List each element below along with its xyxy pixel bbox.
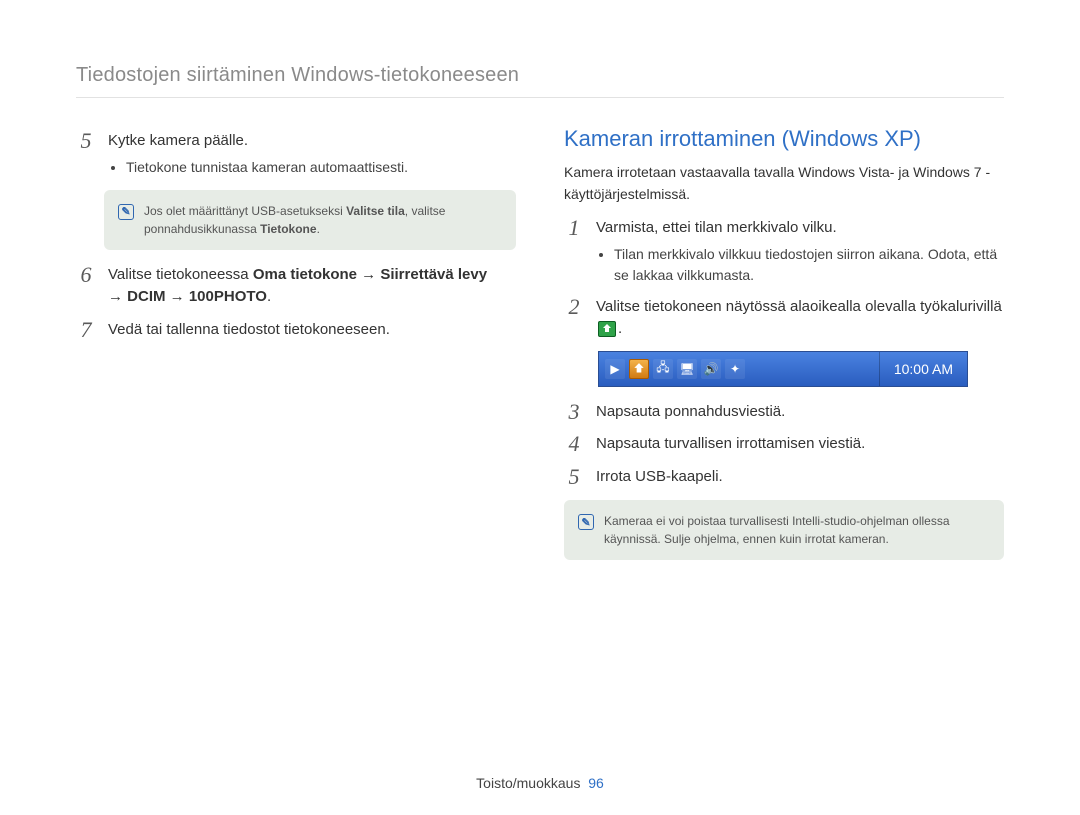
- two-column-layout: 5 Kytke kamera päälle. Tietokone tunnist…: [76, 120, 1004, 574]
- step-body: Vedä tai tallenna tiedostot tietokoneese…: [108, 319, 516, 342]
- section-title: Kameran irrottaminen (Windows XP): [564, 126, 1004, 152]
- r-step-3: 3 Napsauta ponnahdusviestiä.: [564, 401, 1004, 424]
- info-text: Jos olet määrittänyt USB-asetukseksi Val…: [144, 202, 502, 238]
- safely-remove-hardware-icon[interactable]: [598, 321, 616, 337]
- r-step-2: 2 Valitse tietokoneen näytössä alaoikeal…: [564, 296, 1004, 341]
- step-body: Kytke kamera päälle. Tietokone tunnistaa…: [108, 130, 516, 178]
- step-title: Vedä tai tallenna tiedostot tietokoneese…: [108, 319, 516, 342]
- section-intro: Kamera irrotetaan vastaavalla tavalla Wi…: [564, 162, 1004, 205]
- tray-device-icon[interactable]: 🖥: [677, 359, 697, 379]
- step-number: 5: [564, 466, 584, 489]
- step-number: 3: [564, 401, 584, 424]
- step-title: Kytke kamera päälle.: [108, 130, 516, 153]
- step-6: 6 Valitse tietokoneessa Oma tietokone → …: [76, 264, 516, 309]
- tray-network-icon[interactable]: 🖧: [653, 359, 673, 379]
- footer-section: Toisto/muokkaus: [476, 775, 580, 791]
- step-body: Valitse tietokoneessa Oma tietokone → Si…: [108, 264, 516, 309]
- step-title: Napsauta turvallisen irrottamisen viesti…: [596, 433, 1004, 456]
- left-column: 5 Kytke kamera päälle. Tietokone tunnist…: [76, 120, 516, 574]
- page-footer: Toisto/muokkaus 96: [0, 775, 1080, 791]
- r-step-4: 4 Napsauta turvallisen irrottamisen vies…: [564, 433, 1004, 456]
- page-header: Tiedostojen siirtäminen Windows-tietokon…: [76, 64, 1004, 98]
- step-number: 6: [76, 264, 96, 309]
- document-page: Tiedostojen siirtäminen Windows-tietokon…: [0, 0, 1080, 815]
- taskbar-clock[interactable]: 10:00 AM: [879, 352, 967, 386]
- page-number: 96: [588, 775, 604, 791]
- tray-start-arrow-icon[interactable]: ▶: [605, 359, 625, 379]
- windows-taskbar-systray: ▶ 🖧 🖥 🔊 ✦ 10:00 AM: [598, 351, 968, 387]
- step-bullet: Tietokone tunnistaa kameran automaattise…: [126, 157, 516, 178]
- r-step-5: 5 Irrota USB-kaapeli.: [564, 466, 1004, 489]
- note-icon: ✎: [578, 514, 594, 530]
- step-bullet: Tilan merkkivalo vilkkuu tiedostojen sii…: [614, 244, 1004, 286]
- r-step-1: 1 Varmista, ettei tilan merkkivalo vilku…: [564, 217, 1004, 286]
- safely-remove-hardware-icon[interactable]: [629, 359, 649, 379]
- step-number: 4: [564, 433, 584, 456]
- step-number: 1: [564, 217, 584, 286]
- step-body: Valitse tietokoneen näytössä alaoikealla…: [596, 296, 1004, 341]
- step-title: Napsauta ponnahdusviestiä.: [596, 401, 1004, 424]
- step-number: 2: [564, 296, 584, 341]
- step-number: 5: [76, 130, 96, 178]
- note-icon: ✎: [118, 204, 134, 220]
- tray-volume-icon[interactable]: 🔊: [701, 359, 721, 379]
- tray-icon-cluster: ▶ 🖧 🖥 🔊 ✦: [599, 352, 879, 386]
- step-7: 7 Vedä tai tallenna tiedostot tietokonee…: [76, 319, 516, 342]
- step-title: Varmista, ettei tilan merkkivalo vilku.: [596, 217, 1004, 240]
- info-box: ✎ Jos olet määrittänyt USB-asetukseksi V…: [104, 190, 516, 250]
- step-title: Irrota USB-kaapeli.: [596, 466, 1004, 489]
- step-body: Varmista, ettei tilan merkkivalo vilku. …: [596, 217, 1004, 286]
- step-number: 7: [76, 319, 96, 342]
- info-box: ✎ Kameraa ei voi poistaa turvallisesti I…: [564, 500, 1004, 560]
- tray-app-icon[interactable]: ✦: [725, 359, 745, 379]
- info-text: Kameraa ei voi poistaa turvallisesti Int…: [604, 512, 990, 548]
- right-column: Kameran irrottaminen (Windows XP) Kamera…: [564, 120, 1004, 574]
- step-5: 5 Kytke kamera päälle. Tietokone tunnist…: [76, 130, 516, 178]
